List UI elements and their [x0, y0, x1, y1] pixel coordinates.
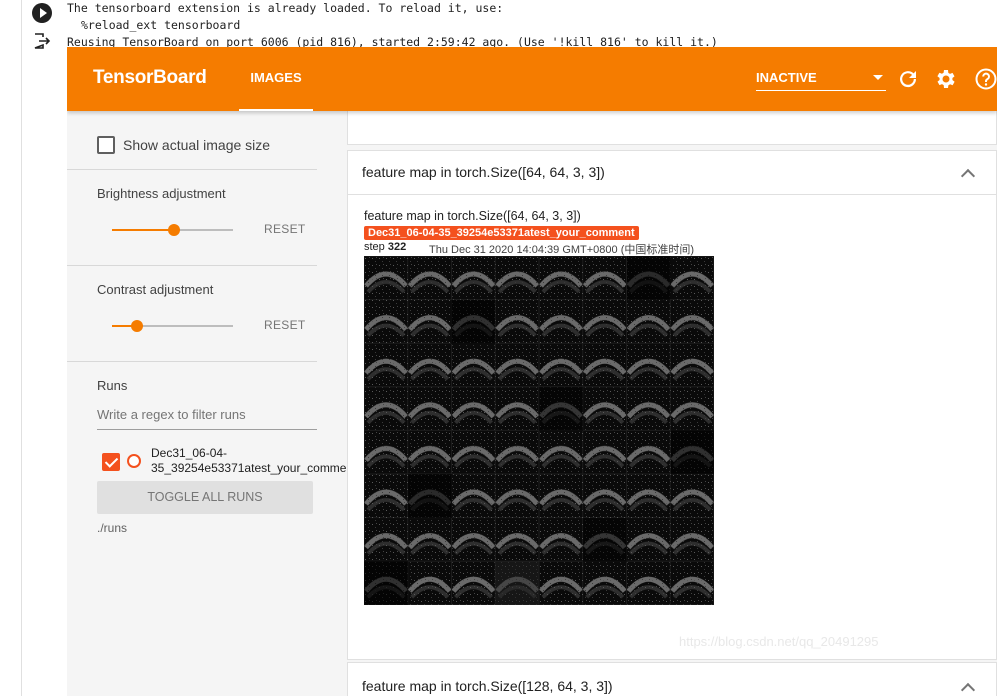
tensorboard-frame: TensorBoard IMAGES INACTIVE Show actual … [67, 47, 997, 696]
contrast-reset-button[interactable]: RESET [264, 318, 306, 332]
brand-title: TensorBoard [93, 67, 207, 88]
sidebar: Show actual image size Brightness adjust… [67, 111, 357, 696]
brightness-reset-button[interactable]: RESET [264, 222, 306, 236]
step-value: 322 [387, 241, 407, 253]
image-card-collapsed: feature map in torch.Size([128, 64, 3, 3… [347, 662, 997, 696]
inactive-dropdown-label: INACTIVE [756, 70, 817, 85]
contrast-label: Contrast adjustment [97, 282, 214, 297]
step-info: step 322 [364, 241, 406, 253]
brightness-slider-fill [112, 229, 174, 231]
image-card: feature map in torch.Size([64, 64, 3, 3]… [347, 150, 997, 660]
output-exit-icon[interactable] [33, 33, 51, 49]
run-checkbox[interactable] [102, 453, 120, 471]
console-line: %reload_ext tensorboard [81, 18, 241, 32]
watermark-text: https://blog.csdn.net/qq_20491295 [679, 634, 879, 649]
tab-images[interactable]: IMAGES [239, 47, 313, 111]
contrast-slider-knob[interactable] [131, 320, 143, 332]
feature-map-image[interactable] [364, 256, 714, 605]
run-name: Dec31_06-04-35_39254e53371atest_your_com… [151, 446, 357, 475]
run-cell-icon[interactable] [32, 3, 52, 23]
card-title[interactable]: feature map in torch.Size([128, 64, 3, 3… [362, 678, 613, 694]
inactive-dropdown[interactable]: INACTIVE [756, 61, 886, 91]
brightness-label: Brightness adjustment [97, 186, 226, 201]
toolbar: TensorBoard IMAGES INACTIVE [67, 47, 997, 111]
contrast-slider[interactable] [112, 320, 233, 332]
run-tag: Dec31_06-04-35_39254e53371atest_your_com… [364, 226, 639, 240]
refresh-icon[interactable] [896, 67, 920, 91]
console-line: The tensorboard extension is already loa… [67, 1, 504, 15]
caret-down-icon [873, 75, 883, 80]
sidebar-section-contrast: Contrast adjustment RESET [67, 266, 317, 362]
brightness-slider-knob[interactable] [168, 224, 180, 236]
help-icon[interactable] [974, 67, 997, 91]
main-content: feature map in torch.Size([64, 64, 3, 3]… [347, 107, 997, 696]
runs-directory: ./runs [97, 521, 128, 535]
gear-icon[interactable] [934, 67, 958, 91]
console-output: The tensorboard extension is already loa… [67, 0, 718, 51]
step-label: step [364, 241, 385, 253]
brightness-slider[interactable] [112, 224, 233, 236]
chevron-up-icon[interactable] [960, 682, 976, 696]
output-gutter [0, 0, 22, 696]
run-color-swatch[interactable] [127, 454, 141, 468]
show-actual-size-label: Show actual image size [123, 137, 271, 153]
sidebar-section-display: Show actual image size [67, 111, 317, 170]
show-actual-size-checkbox[interactable] [97, 136, 115, 154]
chevron-up-icon[interactable] [960, 168, 976, 184]
card-title[interactable]: feature map in torch.Size([64, 64, 3, 3]… [362, 164, 605, 180]
card-top-partial [347, 107, 997, 145]
sidebar-section-brightness: Brightness adjustment RESET [67, 170, 317, 266]
card-divider [348, 194, 997, 195]
timestamp: Thu Dec 31 2020 14:04:39 GMT+0800 (中国标准时… [429, 244, 695, 256]
runs-title: Runs [97, 378, 128, 393]
toggle-all-runs-button[interactable]: TOGGLE ALL RUNS [97, 481, 313, 514]
runs-filter-input[interactable] [97, 400, 317, 430]
image-title: feature map in torch.Size([64, 64, 3, 3]… [364, 209, 581, 223]
